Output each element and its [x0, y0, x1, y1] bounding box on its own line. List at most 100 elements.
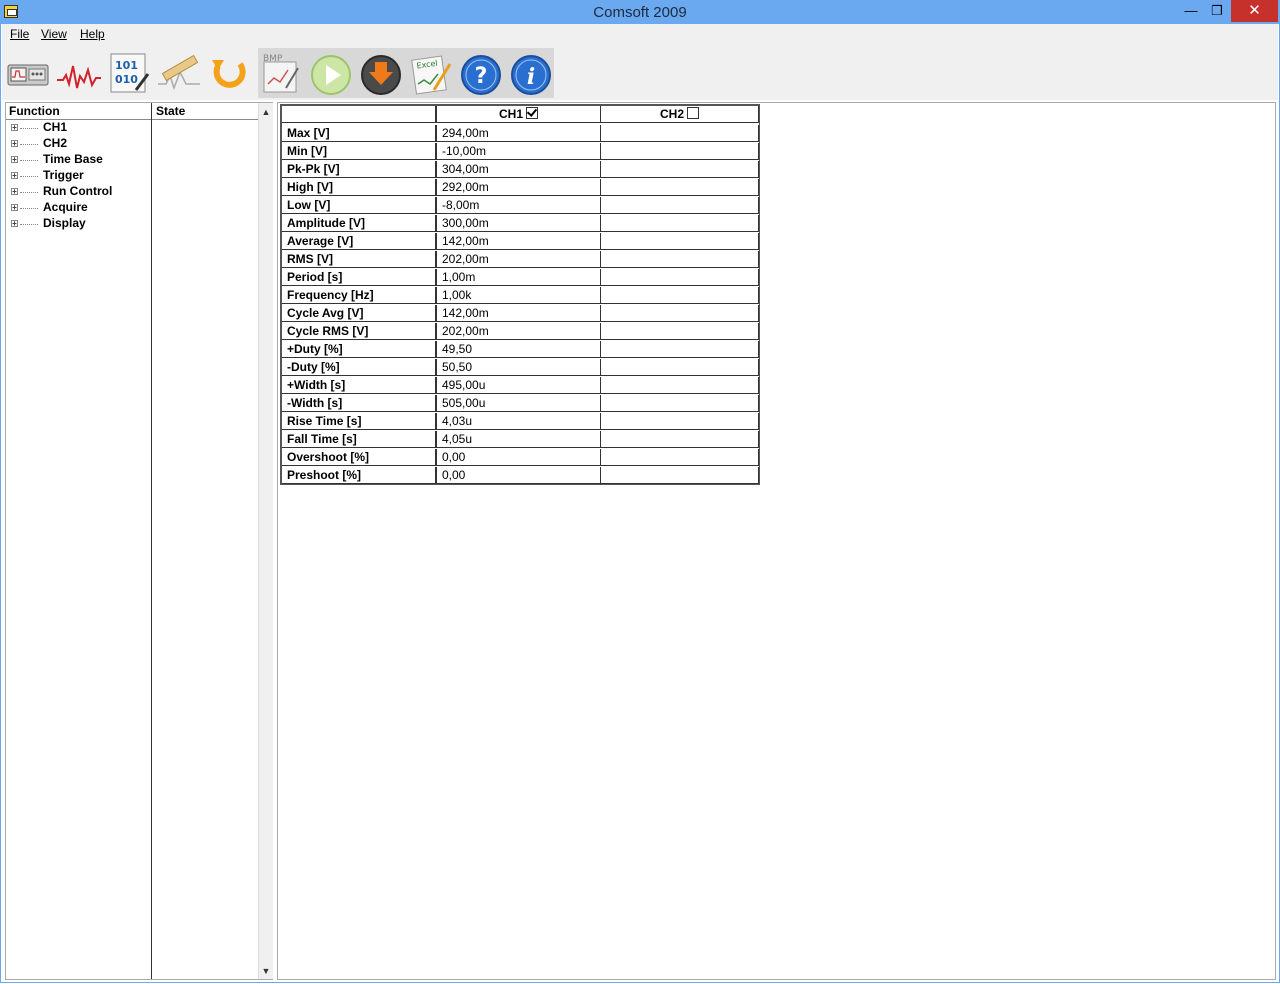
expand-plus-icon[interactable]: + [11, 172, 18, 180]
ch2-value-cell[interactable] [601, 359, 759, 376]
ch1-value-cell[interactable]: 1,00m [437, 269, 601, 286]
bmp-export-button[interactable]: BMP [258, 50, 304, 96]
ch1-value-cell[interactable]: 300,00m [437, 215, 601, 232]
ch2-value-cell[interactable] [601, 305, 759, 322]
ch2-value-cell[interactable] [601, 395, 759, 412]
ch1-value-cell[interactable]: 202,00m [437, 323, 601, 340]
ch1-value-cell[interactable]: 304,00m [437, 161, 601, 178]
close-button[interactable]: ✕ [1231, 0, 1278, 22]
menu-help[interactable]: Help [80, 27, 105, 41]
tree-column-function[interactable]: Function [9, 104, 60, 118]
measure-button[interactable] [156, 50, 202, 96]
scroll-up-icon[interactable]: ▲ [260, 106, 272, 118]
table-row: Cycle RMS [V] 202,00m [282, 323, 760, 341]
table-row: +Width [s] 495,00u [282, 377, 760, 395]
ch1-value-cell[interactable]: 1,00k [437, 287, 601, 304]
measurement-label: -Duty [%] [282, 359, 437, 376]
ch2-value-cell[interactable] [601, 125, 759, 142]
ch2-value-cell[interactable] [601, 215, 759, 232]
expand-plus-icon[interactable]: + [11, 220, 18, 228]
ch1-value-cell[interactable]: 0,00 [437, 467, 601, 484]
menu-view[interactable]: View [41, 27, 67, 41]
svg-text:101: 101 [115, 59, 138, 72]
minimize-button[interactable]: — [1180, 0, 1202, 22]
ch1-checkbox[interactable] [526, 107, 538, 119]
measurement-label: Amplitude [V] [282, 215, 437, 232]
toolbar: 101 010 BMP Excel ? i [2, 44, 1278, 100]
table-row: RMS [V] 202,00m [282, 251, 760, 269]
help-icon: ? [461, 55, 501, 95]
ch1-value-cell[interactable]: 4,05u [437, 431, 601, 448]
ch2-value-cell[interactable] [601, 233, 759, 250]
ch2-value-cell[interactable] [601, 287, 759, 304]
function-tree-panel[interactable]: Function State ▲ ▼ + CH1 + CH2 + Time Base + Tr… [5, 102, 273, 980]
ch2-value-cell[interactable] [601, 269, 759, 286]
measurement-label: +Duty [%] [282, 341, 437, 358]
oscilloscope-button[interactable] [6, 50, 52, 96]
measurement-label: Cycle Avg [V] [282, 305, 437, 322]
ch1-value-cell[interactable]: 142,00m [437, 305, 601, 322]
restore-button[interactable]: ❐ [1206, 0, 1228, 22]
download-button[interactable] [358, 50, 404, 96]
tree-column-divider[interactable] [151, 103, 152, 979]
ch2-value-cell[interactable] [601, 179, 759, 196]
table-row: Rise Time [s] 4,03u [282, 413, 760, 431]
scroll-down-icon[interactable]: ▼ [260, 965, 272, 977]
ch2-value-cell[interactable] [601, 161, 759, 178]
tree-item-label: Display [43, 216, 86, 230]
ch1-value-cell[interactable]: -8,00m [437, 197, 601, 214]
ch1-value-cell[interactable]: -10,00m [437, 143, 601, 160]
ch2-value-cell[interactable] [601, 341, 759, 358]
ch1-value-cell[interactable]: 50,50 [437, 359, 601, 376]
tree-vertical-scrollbar[interactable]: ▲ ▼ [258, 103, 273, 979]
measurement-label: Fall Time [s] [282, 431, 437, 448]
ch2-value-cell[interactable] [601, 449, 759, 466]
waveform-button[interactable] [56, 50, 102, 96]
expand-plus-icon[interactable]: + [11, 156, 18, 164]
ch2-value-cell[interactable] [601, 431, 759, 448]
measurement-label: Average [V] [282, 233, 437, 250]
ch2-value-cell[interactable] [601, 197, 759, 214]
run-button[interactable] [308, 50, 354, 96]
tree-item-label: Time Base [43, 152, 103, 166]
ch1-value-cell[interactable]: 495,00u [437, 377, 601, 394]
measurement-label: Low [V] [282, 197, 437, 214]
ch1-value-cell[interactable]: 292,00m [437, 179, 601, 196]
ch2-value-cell[interactable] [601, 467, 759, 484]
tree-item-label: Acquire [43, 200, 88, 214]
refresh-icon [212, 60, 246, 88]
refresh-button[interactable] [206, 50, 252, 96]
measurement-label: Period [s] [282, 269, 437, 286]
tree-connector [20, 192, 38, 193]
info-button[interactable]: i [508, 50, 554, 96]
table-row: Frequency [Hz] 1,00k [282, 287, 760, 305]
excel-export-button[interactable]: Excel [408, 50, 454, 96]
table-row: -Width [s] 505,00u [282, 395, 760, 413]
ch2-value-cell[interactable] [601, 323, 759, 340]
ch1-value-cell[interactable]: 505,00u [437, 395, 601, 412]
help-button[interactable]: ? [458, 50, 504, 96]
measurement-label: Pk-Pk [V] [282, 161, 437, 178]
tree-connector [20, 224, 38, 225]
binary-data-button[interactable]: 101 010 [106, 50, 152, 96]
ch1-value-cell[interactable]: 0,00 [437, 449, 601, 466]
menu-file[interactable]: File [10, 27, 29, 41]
ch2-value-cell[interactable] [601, 143, 759, 160]
expand-plus-icon[interactable]: + [11, 124, 18, 132]
expand-plus-icon[interactable]: + [11, 140, 18, 148]
ch2-checkbox[interactable] [687, 107, 699, 119]
ch2-value-cell[interactable] [601, 413, 759, 430]
expand-plus-icon[interactable]: + [11, 188, 18, 196]
header-ch2: CH2 [601, 106, 759, 123]
expand-plus-icon[interactable]: + [11, 204, 18, 212]
ch1-value-cell[interactable]: 294,00m [437, 125, 601, 142]
ch2-value-cell[interactable] [601, 251, 759, 268]
ch1-value-cell[interactable]: 142,00m [437, 233, 601, 250]
tree-item-label: CH2 [43, 136, 68, 150]
table-row: Pk-Pk [V] 304,00m [282, 161, 760, 179]
ch2-value-cell[interactable] [601, 377, 759, 394]
tree-column-state[interactable]: State [156, 104, 185, 118]
ch1-value-cell[interactable]: 202,00m [437, 251, 601, 268]
ch1-value-cell[interactable]: 49,50 [437, 341, 601, 358]
ch1-value-cell[interactable]: 4,03u [437, 413, 601, 430]
